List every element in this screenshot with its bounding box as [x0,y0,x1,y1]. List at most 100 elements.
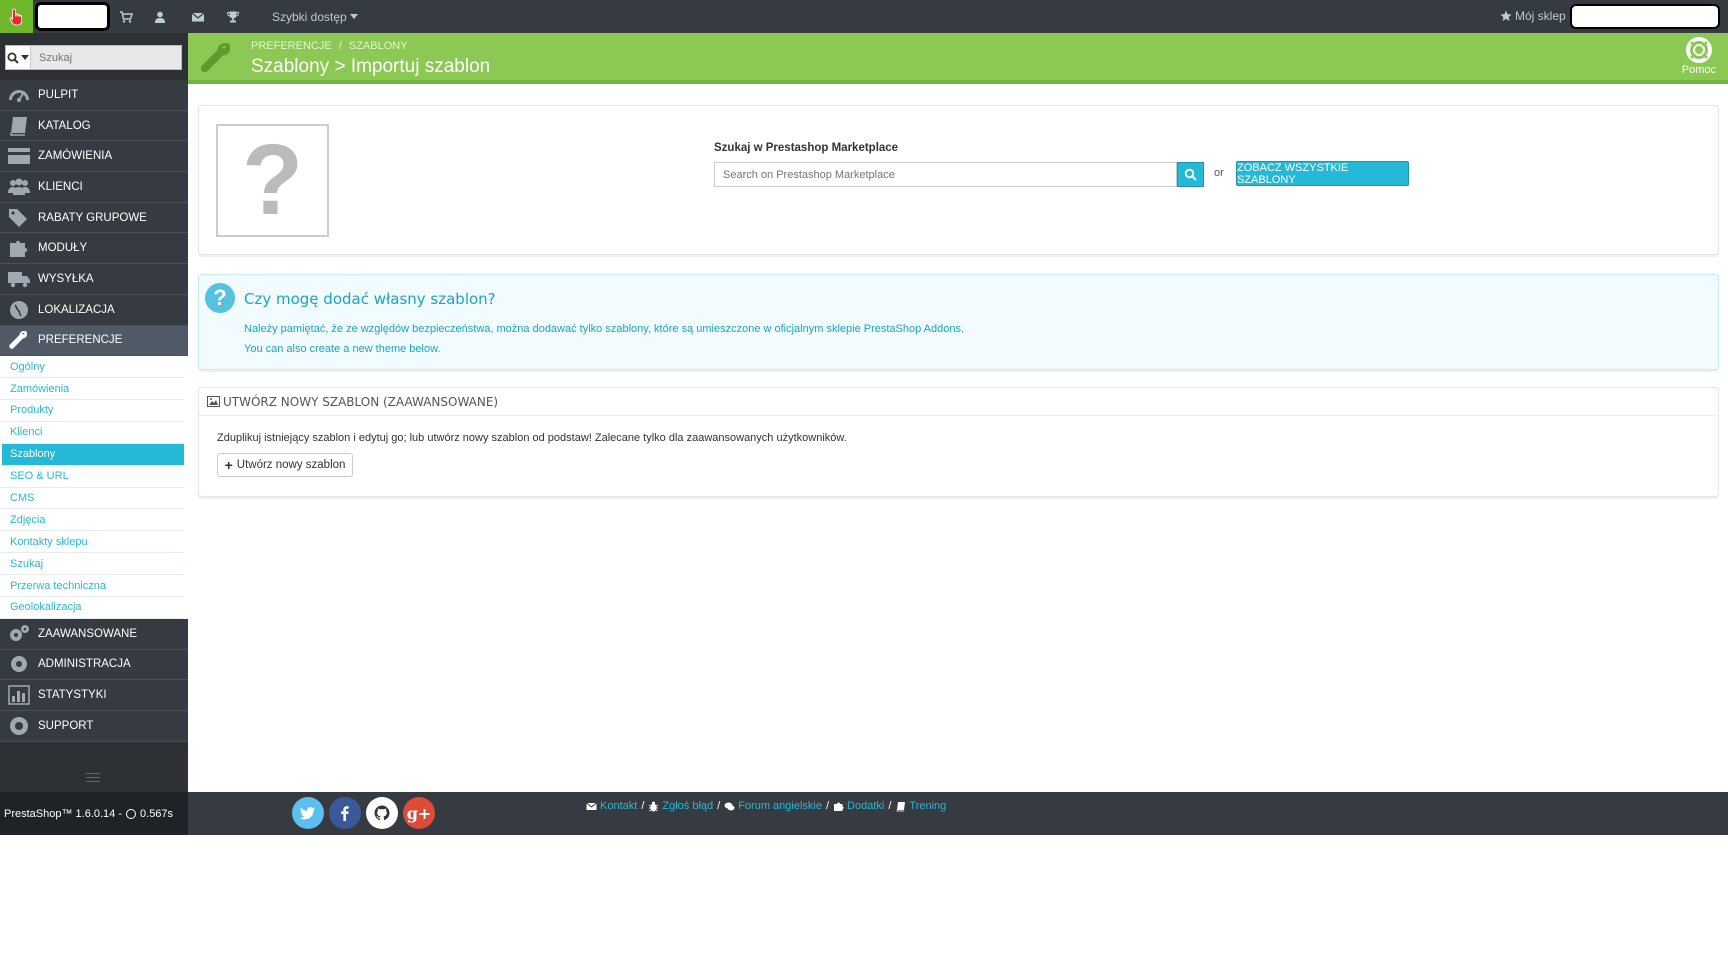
menu-item-zaawansowane[interactable]: ZAAWANSOWANE [0,618,188,650]
menu-item-moduly[interactable]: MODUŁY [0,233,188,265]
version-text: PrestaShop™ 1.6.0.14 - [4,807,123,820]
envelope-icon [586,802,597,810]
user-icon[interactable] [152,9,168,25]
quick-access-dropdown[interactable]: Szybki dostęp [272,10,358,24]
dashboard-icon [0,80,38,110]
submenu-item-zdjecia[interactable]: Zdjęcia [0,509,184,532]
lifebuoy-icon [0,711,38,741]
github-icon[interactable] [366,797,398,829]
sidebar: PULPIT KATALOG ZAMÓWIENIA KLIENCI RABATY… [0,33,188,835]
menu-item-preferencje[interactable]: PREFERENCJE [0,325,188,357]
google-plus-icon[interactable]: g+ [403,797,435,829]
menu-item-rabaty[interactable]: RABATY GRUPOWE [0,202,188,234]
menu-item-pulpit[interactable]: PULPIT [0,80,188,111]
separator: / [641,800,645,812]
submenu-item-szukaj[interactable]: Szukaj [0,553,184,576]
facebook-icon[interactable] [329,797,361,829]
puzzle-icon [0,233,38,263]
footer-link-bug[interactable]: Zgłoś błąd [648,800,713,812]
question-circle-icon: ? [205,283,235,313]
info-text: Należy pamiętać, że ze względów bezpiecz… [244,323,965,335]
footer-link-label[interactable]: Zgłoś błąd [662,800,713,812]
marketplace-search-input[interactable] [714,162,1177,187]
submenu-item-produkty[interactable]: Produkty [0,400,184,422]
breadcrumb-item-preferencje[interactable]: PREFERENCJE [251,40,332,52]
search-icon [7,52,19,64]
submenu-item-klienci[interactable]: Klienci [0,422,184,444]
cogs-icon [0,619,38,649]
menu-item-administracja[interactable]: ADMINISTRACJA [0,649,188,681]
submenu-item-ogolny[interactable]: Ogólny [0,356,184,379]
footer-link-forum[interactable]: Forum angielskie [724,800,822,812]
collapse-menu-icon[interactable] [86,773,100,785]
create-theme-button[interactable]: + Utwórz nowy szablon [217,453,353,477]
submenu-item-przerwa[interactable]: Przerwa techniczna [0,575,184,597]
create-description: Zduplikuj istniejący szablon i edytuj go… [217,432,847,444]
submenu-item-kontakty[interactable]: Kontakty sklepu [0,531,184,554]
credit-card-icon [0,141,38,171]
menu-item-label: WYSYŁKA [38,272,94,285]
menu-item-lokalizacja[interactable]: LOKALIZACJA [0,294,188,326]
breadcrumb-item-szablony[interactable]: SZABLONY [349,40,408,52]
picture-icon [207,396,220,407]
menu-item-zamowienia[interactable]: ZAMÓWIENIA [0,141,188,173]
cog-icon [0,650,38,680]
menu-item-klienci[interactable]: KLIENCI [0,172,188,203]
menu-item-label: ZAMÓWIENIA [38,150,113,163]
prestashop-logo[interactable] [0,0,33,33]
menu-item-katalog[interactable]: KATALOG [0,110,188,142]
main-menu: PULPIT KATALOG ZAMÓWIENIA KLIENCI RABATY… [0,80,188,742]
footer-link-addons[interactable]: Dodatki [833,800,884,812]
my-shop-link[interactable]: Mój sklep [1500,9,1566,23]
submenu-item-seo-url[interactable]: SEO & URL [0,466,184,488]
separator: / [825,800,830,812]
help-label: Pomoc [1681,64,1716,76]
marketplace-search-label: Szukaj w Prestashop Marketplace [714,142,899,154]
create-theme-panel: UTWÓRZ NOWY SZABLON (ZAAWANSOWANE) Zdupl… [198,387,1719,497]
menu-item-label: MODUŁY [38,242,88,255]
twitter-icon[interactable] [292,797,324,829]
lifebuoy-icon [1685,37,1712,63]
submenu-item-cms[interactable]: CMS [0,488,184,510]
quick-access-label: Szybki dostęp [272,10,347,24]
trophy-icon[interactable] [225,9,241,25]
menu-item-label: PULPIT [38,88,79,101]
globe-icon [0,295,38,325]
submenu-item-geolokalizacja[interactable]: Geolokalizacja [0,597,184,619]
search-type-dropdown[interactable] [6,46,31,69]
separator: / [888,800,892,812]
footer-link-training[interactable]: Trening [895,800,946,812]
menu-item-label: LOKALIZACJA [38,303,115,316]
book-icon [0,111,38,141]
puzzle-icon [834,802,844,811]
menu-item-label: STATYSTYKI [38,689,107,702]
menu-item-support[interactable]: SUPPORT [0,710,188,742]
menu-item-statystyki[interactable]: STATYSTYKI [0,680,188,711]
submenu-item-zamowienia[interactable]: Zamówienia [0,378,184,400]
envelope-icon[interactable] [190,9,206,25]
menu-item-label: RABATY GRUPOWE [38,211,147,224]
load-time: 0.567s [140,807,174,820]
see-all-themes-button[interactable]: ZOBACZ WSZYSTKIE SZABLONY [1236,161,1409,186]
submenu-item-szablony[interactable]: Szablony [2,443,184,466]
sidebar-search-input[interactable] [31,46,181,69]
footer-link-label[interactable]: Kontakt [600,800,637,812]
panel-heading: UTWÓRZ NOWY SZABLON (ZAAWANSOWANE) [199,388,1718,416]
menu-item-wysylka[interactable]: WYSYŁKA [0,264,188,295]
footer-link-label[interactable]: Dodatki [847,800,884,812]
plus-icon: + [224,457,233,473]
footer-link-label[interactable]: Trening [909,800,946,812]
top-bar: Szybki dostęp Mój sklep [0,0,1728,33]
cart-icon[interactable] [118,9,134,25]
help-button[interactable]: Pomoc [1682,37,1716,76]
hand-pointer-icon [8,8,22,25]
search-icon [1184,168,1197,181]
menu-item-label: PREFERENCJE [38,334,123,347]
caret-down-icon [349,14,358,19]
bug-icon [649,801,659,811]
page-title: Szablony > Importuj szablon [251,56,491,77]
marketplace-search-button[interactable] [1177,162,1204,187]
footer-link-kontakt[interactable]: Kontakt [586,800,637,812]
footer-link-label[interactable]: Forum angielskie [738,800,822,812]
star-icon [1500,10,1512,21]
